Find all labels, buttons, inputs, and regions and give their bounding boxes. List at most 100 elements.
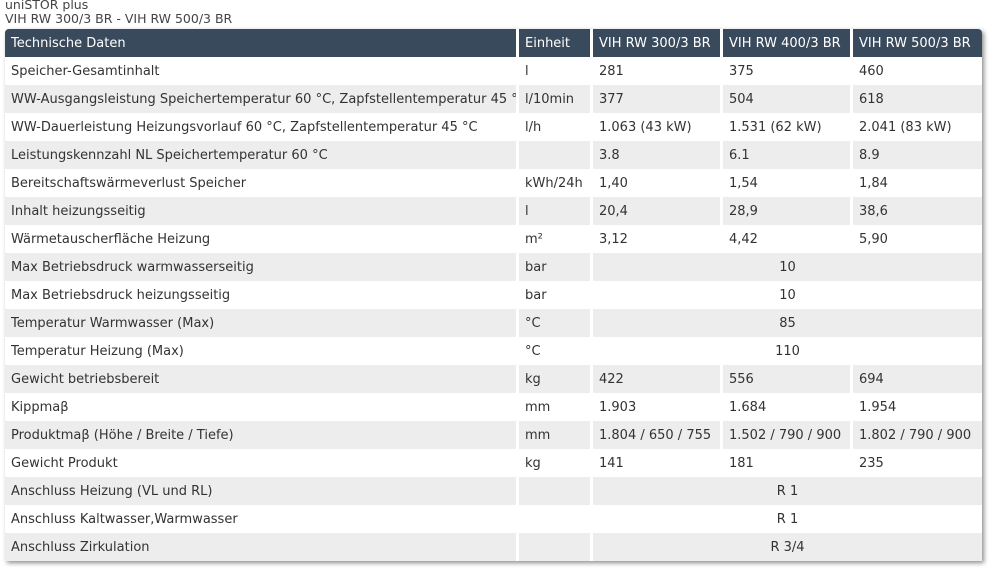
row-value-model-300: 3,12 <box>593 225 723 253</box>
row-unit: bar <box>519 253 593 281</box>
table-row: Anschluss Kaltwasser,Warmwasser R 1 <box>5 505 982 533</box>
row-value-all-models: 10 <box>593 253 982 281</box>
row-value-model-300: 20,4 <box>593 197 723 225</box>
row-unit: kg <box>519 365 593 393</box>
row-label: WW-Dauerleistung Heizungsvorlauf 60 °C, … <box>5 113 519 141</box>
row-value-model-300: 281 <box>593 57 723 85</box>
table-row: Bereitschaftswärmeverlust Speicher kWh/24… <box>5 169 982 197</box>
table-row: Inhalt heizungsseitig l 20,4 28,9 38,6 <box>5 197 982 225</box>
row-unit: °C <box>519 337 593 365</box>
page-heading: uniSTOR plus VIH RW 300/3 BR - VIH RW 50… <box>5 0 232 26</box>
row-value-model-500: 618 <box>853 85 982 113</box>
row-label: Wärmetauscherfläche Heizung <box>5 225 519 253</box>
row-label: Bereitschaftswärmeverlust Speicher <box>5 169 519 197</box>
header-einheit: Einheit <box>519 29 593 57</box>
row-value-all-models: 110 <box>593 337 982 365</box>
row-value-all-models: R 1 <box>593 477 982 505</box>
row-unit: l <box>519 57 593 85</box>
row-value-all-models: R 3/4 <box>593 533 982 561</box>
row-unit: mm <box>519 421 593 449</box>
row-value-all-models: 10 <box>593 281 982 309</box>
row-unit: m² <box>519 225 593 253</box>
table-row: Gewicht betriebsbereit kg 422 556 694 <box>5 365 982 393</box>
row-label: Max Betriebsdruck heizungsseitig <box>5 281 519 309</box>
row-unit: mm <box>519 393 593 421</box>
row-value-model-300: 1.063 (43 kW) <box>593 113 723 141</box>
row-value-model-400: 181 <box>723 449 853 477</box>
row-unit: °C <box>519 309 593 337</box>
table-row: Temperatur Heizung (Max) °C 110 <box>5 337 982 365</box>
row-value-model-400: 1.502 / 790 / 900 <box>723 421 853 449</box>
row-value-model-500: 694 <box>853 365 982 393</box>
row-unit: kWh/24h <box>519 169 593 197</box>
row-label: Gewicht betriebsbereit <box>5 365 519 393</box>
row-unit: l/10min <box>519 85 593 113</box>
row-value-model-400: 1.531 (62 kW) <box>723 113 853 141</box>
row-value-model-500: 38,6 <box>853 197 982 225</box>
row-label: Temperatur Heizung (Max) <box>5 337 519 365</box>
table-row: Gewicht Produkt kg 141 181 235 <box>5 449 982 477</box>
row-label: Speicher-Gesamtinhalt <box>5 57 519 85</box>
table-row: Max Betriebsdruck heizungsseitig bar 10 <box>5 281 982 309</box>
row-value-model-500: 460 <box>853 57 982 85</box>
row-label: Max Betriebsdruck warmwasserseitig <box>5 253 519 281</box>
row-value-model-300: 1,40 <box>593 169 723 197</box>
table-row: Anschluss Heizung (VL und RL) R 1 <box>5 477 982 505</box>
row-value-model-300: 1.804 / 650 / 755 <box>593 421 723 449</box>
row-value-model-300: 422 <box>593 365 723 393</box>
row-unit <box>519 141 593 169</box>
row-value-model-400: 1,54 <box>723 169 853 197</box>
row-unit: bar <box>519 281 593 309</box>
row-value-model-400: 4,42 <box>723 225 853 253</box>
row-value-model-400: 556 <box>723 365 853 393</box>
row-label: WW-Ausgangsleistung Speichertemperatur 6… <box>5 85 519 113</box>
table-row: Max Betriebsdruck warmwasserseitig bar 10 <box>5 253 982 281</box>
header-technische-daten: Technische Daten <box>5 29 519 57</box>
row-unit <box>519 533 593 561</box>
row-unit <box>519 505 593 533</box>
table-row: Kippmaβ mm 1.903 1.684 1.954 <box>5 393 982 421</box>
row-label: Temperatur Warmwasser (Max) <box>5 309 519 337</box>
row-value-model-400: 1.684 <box>723 393 853 421</box>
row-value-model-400: 504 <box>723 85 853 113</box>
row-label: Anschluss Kaltwasser,Warmwasser <box>5 505 519 533</box>
row-unit: l <box>519 197 593 225</box>
row-value-model-400: 6.1 <box>723 141 853 169</box>
row-label: Anschluss Zirkulation <box>5 533 519 561</box>
table-header-row: Technische Daten Einheit VIH RW 300/3 BR… <box>5 29 982 57</box>
header-model-400: VIH RW 400/3 BR <box>723 29 853 57</box>
table-row: Anschluss Zirkulation R 3/4 <box>5 533 982 561</box>
row-value-model-500: 1.954 <box>853 393 982 421</box>
row-label: Inhalt heizungsseitig <box>5 197 519 225</box>
row-value-model-400: 375 <box>723 57 853 85</box>
header-model-500: VIH RW 500/3 BR <box>853 29 982 57</box>
row-value-model-300: 377 <box>593 85 723 113</box>
row-unit: kg <box>519 449 593 477</box>
row-value-model-500: 235 <box>853 449 982 477</box>
row-value-model-500: 8.9 <box>853 141 982 169</box>
row-value-all-models: 85 <box>593 309 982 337</box>
row-value-model-500: 1.802 / 790 / 900 <box>853 421 982 449</box>
tech-data-table-container: Technische Daten Einheit VIH RW 300/3 BR… <box>5 29 982 561</box>
table-row: WW-Ausgangsleistung Speichertemperatur 6… <box>5 85 982 113</box>
row-value-model-300: 141 <box>593 449 723 477</box>
row-value-model-400: 28,9 <box>723 197 853 225</box>
row-value-model-500: 2.041 (83 kW) <box>853 113 982 141</box>
row-value-model-300: 3.8 <box>593 141 723 169</box>
row-label: Anschluss Heizung (VL und RL) <box>5 477 519 505</box>
table-row: Produktmaβ (Höhe / Breite / Tiefe) mm 1.80… <box>5 421 982 449</box>
header-model-300: VIH RW 300/3 BR <box>593 29 723 57</box>
table-row: Wärmetauscherfläche Heizung m² 3,12 4,42 5,9… <box>5 225 982 253</box>
row-value-model-300: 1.903 <box>593 393 723 421</box>
row-unit: l/h <box>519 113 593 141</box>
row-value-model-500: 1,84 <box>853 169 982 197</box>
table-row: Temperatur Warmwasser (Max) °C 85 <box>5 309 982 337</box>
model-range: VIH RW 300/3 BR - VIH RW 500/3 BR <box>5 11 233 26</box>
row-value-model-500: 5,90 <box>853 225 982 253</box>
tech-data-table: Technische Daten Einheit VIH RW 300/3 BR… <box>5 29 982 561</box>
table-row: Speicher-Gesamtinhalt l 281 375 460 <box>5 57 982 85</box>
row-value-all-models: R 1 <box>593 505 982 533</box>
row-label: Gewicht Produkt <box>5 449 519 477</box>
row-unit <box>519 477 593 505</box>
table-row: Leistungskennzahl NL Speichertemperatur … <box>5 141 982 169</box>
